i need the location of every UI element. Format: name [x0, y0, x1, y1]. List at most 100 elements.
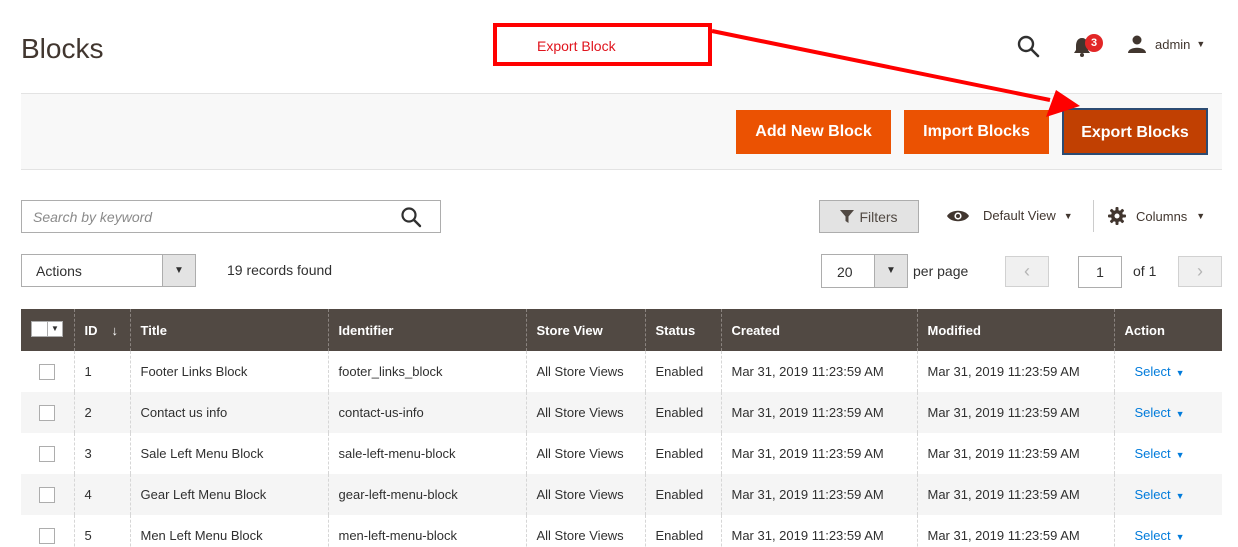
- row-action-select[interactable]: Select ▼: [1135, 364, 1185, 379]
- store-view-cell: All Store Views: [526, 351, 646, 392]
- column-header-status[interactable]: Status: [645, 309, 722, 351]
- created-cell: Mar 31, 2019 11:23:59 AM: [721, 433, 918, 474]
- chevron-down-icon: ▼: [1175, 368, 1185, 378]
- store-view-cell: All Store Views: [526, 392, 646, 433]
- row-action-select[interactable]: Select ▼: [1135, 528, 1185, 543]
- mass-select-header[interactable]: ▼: [21, 309, 75, 351]
- search-icon[interactable]: [400, 206, 422, 228]
- table-row[interactable]: 5 Men Left Menu Block men-left-menu-block A…: [21, 515, 1222, 547]
- annotation-callout-text: Export Block: [537, 38, 616, 54]
- row-action-label: Select: [1134, 405, 1171, 420]
- chevron-down-icon: ▼: [1175, 491, 1185, 501]
- identifier-cell: sale-left-menu-block: [328, 433, 527, 474]
- per-page-select[interactable]: 20 ▼: [821, 254, 908, 288]
- eye-icon: [947, 210, 969, 221]
- view-caret-icon: ▼: [1063, 210, 1073, 221]
- row-action-select[interactable]: Select ▼: [1135, 405, 1185, 420]
- sort-down-arrow-icon: ↓: [111, 322, 119, 338]
- view-switcher[interactable]: Default View ▼: [946, 208, 1073, 223]
- row-action-label: Select: [1134, 528, 1171, 543]
- row-select-cell: [21, 351, 75, 392]
- toolbar-divider: [1093, 200, 1094, 232]
- row-action-select[interactable]: Select ▼: [1135, 487, 1185, 502]
- search-icon[interactable]: [1016, 34, 1040, 58]
- page-title: Blocks: [21, 33, 104, 64]
- next-page-button[interactable]: ›: [1178, 256, 1222, 287]
- column-header-title[interactable]: Title: [130, 309, 329, 351]
- identifier-cell: men-left-menu-block: [328, 515, 527, 547]
- column-header-identifier[interactable]: Identifier: [328, 309, 527, 351]
- table-row[interactable]: 1 Footer Links Block footer_links_block All…: [21, 351, 1222, 392]
- row-checkbox[interactable]: [39, 404, 55, 421]
- import-blocks-button[interactable]: Import Blocks: [904, 110, 1049, 154]
- status-cell: Enabled: [645, 351, 722, 392]
- row-action-label: Select: [1134, 364, 1171, 379]
- records-found-count: 19 records found: [227, 262, 333, 278]
- id-cell: 2: [74, 392, 131, 433]
- current-page-input[interactable]: 1: [1078, 256, 1122, 288]
- chevron-right-icon: ›: [1197, 261, 1203, 281]
- row-action-select[interactable]: Select ▼: [1135, 446, 1185, 461]
- identifier-cell: contact-us-info: [328, 392, 527, 433]
- status-cell: Enabled: [645, 433, 722, 474]
- store-view-cell: All Store Views: [526, 515, 646, 547]
- mass-actions-select[interactable]: Actions ▼: [21, 254, 196, 287]
- modified-cell: Mar 31, 2019 11:23:59 AM: [917, 474, 1115, 515]
- row-checkbox[interactable]: [39, 363, 55, 380]
- action-cell: Select ▼: [1114, 392, 1222, 433]
- chevron-left-icon: ‹: [1024, 261, 1030, 281]
- action-cell: Select ▼: [1114, 433, 1222, 474]
- identifier-cell: gear-left-menu-block: [328, 474, 527, 515]
- column-header-modified[interactable]: Modified: [917, 309, 1115, 351]
- view-label: Default View: [983, 208, 1056, 223]
- chevron-down-icon: ▼: [874, 255, 907, 287]
- row-select-cell: [21, 515, 75, 547]
- mass-select-checkbox[interactable]: ▼: [31, 321, 63, 337]
- add-new-block-button[interactable]: Add New Block: [736, 110, 891, 154]
- columns-caret-icon: ▼: [1196, 211, 1206, 221]
- chevron-down-icon: ▼: [1175, 532, 1185, 542]
- row-checkbox[interactable]: [39, 486, 55, 503]
- identifier-cell: footer_links_block: [328, 351, 527, 392]
- previous-page-button[interactable]: ‹: [1005, 256, 1049, 287]
- notification-count-badge: 3: [1085, 34, 1103, 52]
- id-cell: 4: [74, 474, 131, 515]
- column-header-store-view[interactable]: Store View: [526, 309, 646, 351]
- title-cell: Footer Links Block: [130, 351, 329, 392]
- modified-cell: Mar 31, 2019 11:23:59 AM: [917, 433, 1115, 474]
- row-select-cell: [21, 392, 75, 433]
- modified-cell: Mar 31, 2019 11:23:59 AM: [917, 392, 1115, 433]
- chevron-down-icon: ▼: [1175, 409, 1185, 419]
- table-row[interactable]: 3 Sale Left Menu Block sale-left-menu-bloc…: [21, 433, 1222, 474]
- row-action-label: Select: [1134, 446, 1171, 461]
- gear-icon: [1108, 207, 1126, 225]
- column-header-label: ID: [84, 322, 98, 338]
- search-placeholder: Search by keyword: [33, 209, 153, 225]
- column-header-id[interactable]: ID ↓: [74, 309, 131, 351]
- row-checkbox[interactable]: [39, 445, 55, 462]
- row-action-label: Select: [1134, 487, 1171, 502]
- status-cell: Enabled: [645, 392, 722, 433]
- column-header-action: Action: [1114, 309, 1222, 351]
- status-cell: Enabled: [645, 474, 722, 515]
- blocks-grid: ▼ ID ↓ Title Identifier Store View Status…: [21, 309, 1222, 547]
- filters-button[interactable]: Filters: [819, 200, 919, 233]
- table-row[interactable]: 4 Gear Left Menu Block gear-left-menu-bloc…: [21, 474, 1222, 515]
- chevron-down-icon: ▼: [1175, 450, 1185, 460]
- row-select-cell: [21, 433, 75, 474]
- per-page-value: 20: [837, 264, 853, 280]
- export-blocks-button[interactable]: Export Blocks: [1062, 108, 1208, 155]
- action-cell: Select ▼: [1114, 474, 1222, 515]
- keyword-search-input[interactable]: Search by keyword: [21, 200, 441, 233]
- actions-label: Actions: [36, 263, 82, 279]
- row-select-cell: [21, 474, 75, 515]
- table-row[interactable]: 2 Contact us info contact-us-info All Store…: [21, 392, 1222, 433]
- id-cell: 1: [74, 351, 131, 392]
- modified-cell: Mar 31, 2019 11:23:59 AM: [917, 515, 1115, 547]
- created-cell: Mar 31, 2019 11:23:59 AM: [721, 515, 918, 547]
- columns-control[interactable]: Columns ▼: [1108, 207, 1205, 225]
- row-checkbox[interactable]: [39, 527, 55, 544]
- user-menu[interactable]: admin ▼: [1127, 35, 1205, 53]
- total-pages-label: of 1: [1133, 263, 1157, 279]
- column-header-created[interactable]: Created: [721, 309, 918, 351]
